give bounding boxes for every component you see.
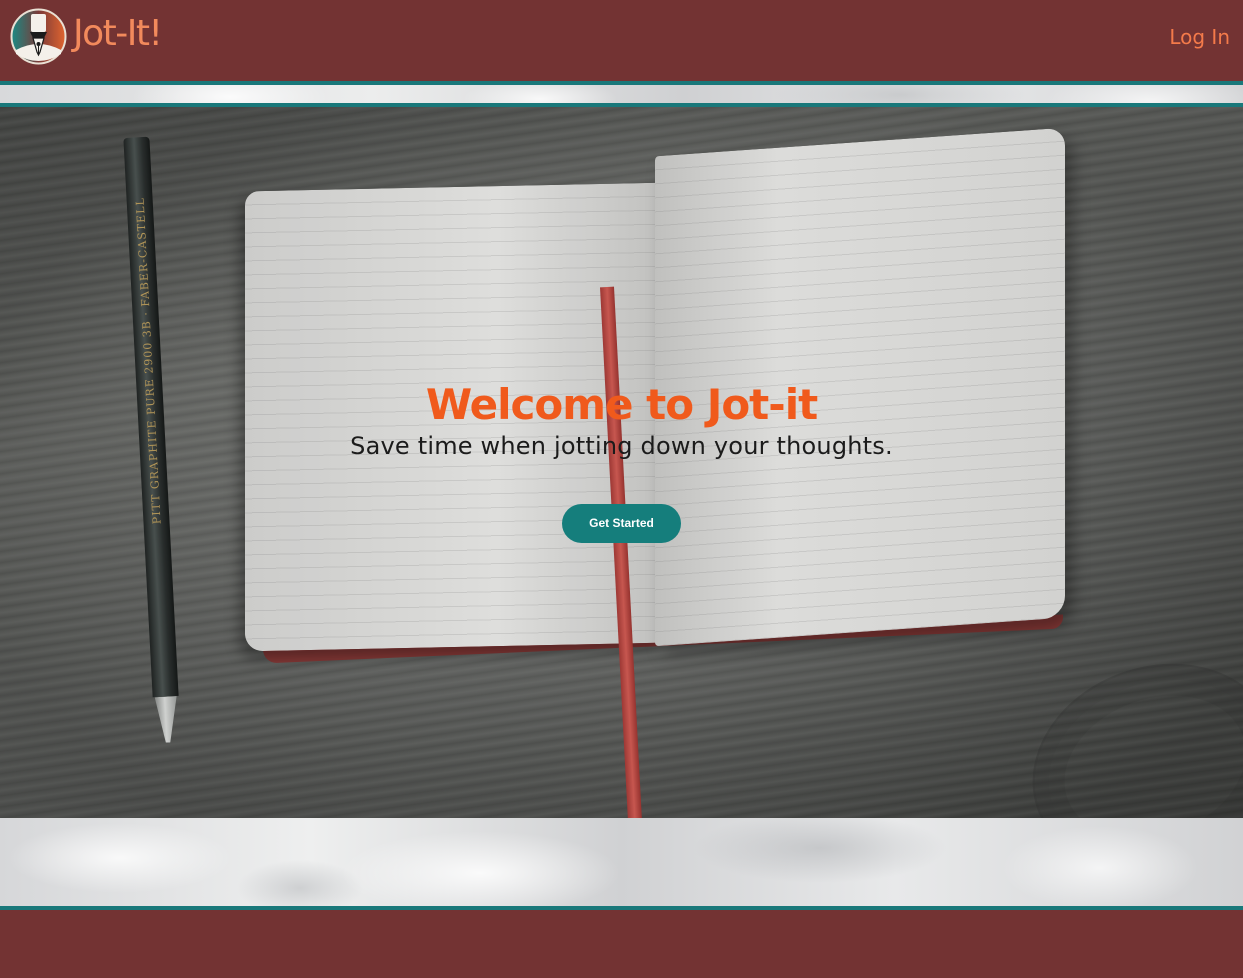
- brand-logo-link[interactable]: Jot-It!: [10, 8, 163, 65]
- hero-content: Welcome to Jot-it Save time when jotting…: [0, 380, 1243, 544]
- brand-name: Jot-It!: [73, 13, 163, 54]
- footer: [0, 910, 1243, 978]
- paper-strip-top: [0, 85, 1243, 103]
- login-link[interactable]: Log In: [1169, 25, 1230, 49]
- hero-title: Welcome to Jot-it: [425, 380, 818, 429]
- fountain-pen-nib-badge-icon: [10, 8, 67, 65]
- top-navbar: Jot-It! Log In: [0, 0, 1243, 81]
- get-started-button[interactable]: Get Started: [562, 504, 681, 544]
- hero-section: PITT GRAPHITE PURE 2900 3B · FABER-CASTE…: [0, 107, 1243, 818]
- hero-subtitle: Save time when jotting down your thought…: [350, 432, 893, 461]
- paper-strip-bottom: [0, 818, 1243, 906]
